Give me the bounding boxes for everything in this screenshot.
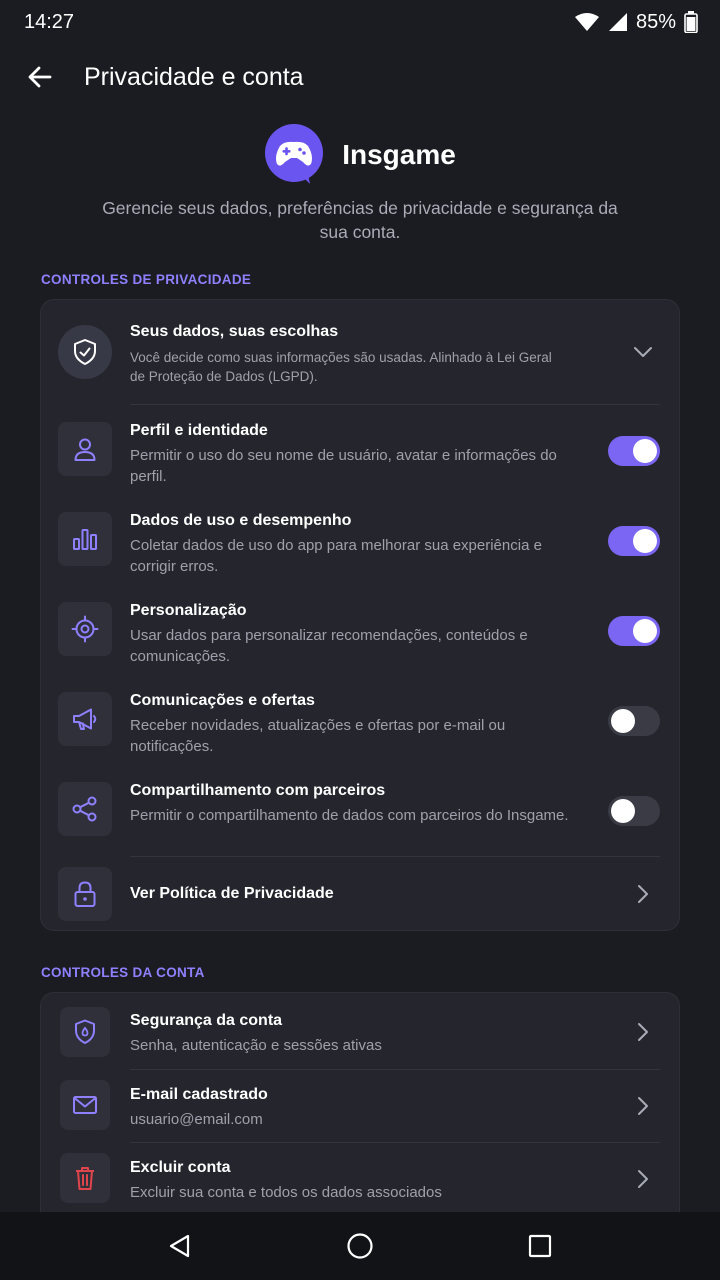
nav-home-button[interactable] xyxy=(330,1216,390,1276)
privacy-item-text: Comunicações e ofertas Receber novidades… xyxy=(130,691,569,757)
arrow-left-icon xyxy=(28,66,52,88)
privacy-item-desc: Permitir o compartilhamento de dados com… xyxy=(130,807,569,824)
toggle-partners[interactable] xyxy=(608,796,660,826)
privacy-item-title: Personalização xyxy=(130,602,247,619)
chevron-right-icon xyxy=(638,885,648,903)
toggle-profile[interactable] xyxy=(608,436,660,466)
triangle-back-icon xyxy=(169,1234,190,1258)
privacy-item-title: Perfil e identidade xyxy=(130,422,268,439)
account-item-title: Excluir conta xyxy=(130,1159,231,1176)
bar-chart-icon xyxy=(58,512,112,566)
section-label-privacy: CONTROLES DE PRIVACIDADE xyxy=(41,272,252,287)
back-button[interactable] xyxy=(0,44,80,110)
megaphone-icon xyxy=(58,692,112,746)
privacy-item-partners: Compartilhamento com parceiros Permitir … xyxy=(41,766,679,856)
page-title: Privacidade e conta xyxy=(84,62,304,91)
shield-check-icon xyxy=(58,325,112,379)
lock-icon xyxy=(58,867,112,921)
brand-name: Insgame xyxy=(342,139,456,170)
privacy-summary-row[interactable]: Seus dados, suas escolhas Você decide co… xyxy=(41,300,679,405)
status-icons: 85% xyxy=(574,11,698,34)
status-time: 14:27 xyxy=(24,10,75,33)
privacy-item-text: Dados de uso e desempenho Coletar dados … xyxy=(130,511,569,577)
account-item-desc: Excluir sua conta e todos os dados assoc… xyxy=(130,1184,442,1201)
account-item-desc: usuario@email.com xyxy=(130,1111,263,1128)
account-item-text: Excluir conta Excluir sua conta e todos … xyxy=(130,1158,589,1203)
share-icon xyxy=(58,782,112,836)
privacy-item-text: Compartilhamento com parceiros Permitir … xyxy=(130,781,569,826)
trash-icon xyxy=(60,1153,110,1203)
privacy-item-title: Dados de uso e desempenho xyxy=(130,512,352,529)
privacy-item-usage: Dados de uso e desempenho Coletar dados … xyxy=(41,496,679,586)
account-item-desc: Senha, autenticação e sessões ativas xyxy=(130,1037,382,1054)
privacy-policy-label: Ver Política de Privacidade xyxy=(130,885,334,902)
shield-lock-icon xyxy=(60,1007,110,1057)
signal-icon xyxy=(608,13,627,31)
section-label-account: CONTROLES DA CONTA xyxy=(41,965,205,980)
privacy-summary-text: Seus dados, suas escolhas Você decide co… xyxy=(130,322,569,386)
privacy-policy-link[interactable]: Ver Política de Privacidade xyxy=(41,857,679,931)
brand-header: Insgame xyxy=(0,124,720,186)
privacy-item-text: Perfil e identidade Permitir o uso do se… xyxy=(130,421,569,487)
intro-text: Gerencie seus dados, preferências de pri… xyxy=(102,198,618,242)
account-item-title: Segurança da conta xyxy=(130,1012,283,1029)
privacy-item-desc: Usar dados para personalizar recomendaçõ… xyxy=(130,627,528,665)
account-item-title: E-mail cadastrado xyxy=(130,1086,268,1103)
target-icon xyxy=(58,602,112,656)
privacy-item-profile: Perfil e identidade Permitir o uso do se… xyxy=(41,406,679,496)
privacy-item-text: Personalização Usar dados para personali… xyxy=(130,601,569,667)
circle-home-icon xyxy=(347,1233,373,1259)
privacy-policy-text: Ver Política de Privacidade xyxy=(130,884,569,904)
privacy-item-desc: Coletar dados de uso do app para melhora… xyxy=(130,537,542,575)
app-bar: Privacidade e conta xyxy=(0,44,720,110)
privacy-summary-title: Seus dados, suas escolhas xyxy=(130,323,339,340)
divider xyxy=(130,404,660,405)
privacy-card: Seus dados, suas escolhas Você decide co… xyxy=(40,299,680,931)
mail-icon xyxy=(60,1080,110,1130)
privacy-item-title: Compartilhamento com parceiros xyxy=(130,782,386,799)
user-icon xyxy=(58,422,112,476)
account-card: Segurança da conta Senha, autenticação e… xyxy=(40,992,680,1232)
account-item-security[interactable]: Segurança da conta Senha, autenticação e… xyxy=(41,993,679,1069)
privacy-item-desc: Permitir o uso do seu nome de usuário, a… xyxy=(130,447,557,485)
privacy-item-personalization: Personalização Usar dados para personali… xyxy=(41,586,679,676)
status-bar: 14:27 85% xyxy=(0,0,720,44)
battery-icon xyxy=(684,11,698,33)
square-recents-icon xyxy=(528,1234,552,1258)
privacy-item-desc: Receber novidades, atualizações e oferta… xyxy=(130,717,506,755)
wifi-icon xyxy=(574,13,599,31)
account-item-delete[interactable]: Excluir conta Excluir sua conta e todos … xyxy=(41,1143,679,1218)
toggle-personalization[interactable] xyxy=(608,616,660,646)
account-item-email[interactable]: E-mail cadastrado usuario@email.com xyxy=(41,1070,679,1143)
gamepad-logo-icon xyxy=(265,124,324,184)
chevron-right-icon xyxy=(638,1023,648,1041)
system-nav-bar xyxy=(0,1212,720,1280)
privacy-summary-desc: Você decide como suas informações são us… xyxy=(130,350,552,384)
account-item-text: E-mail cadastrado usuario@email.com xyxy=(130,1085,569,1130)
chevron-right-icon xyxy=(638,1097,648,1115)
chevron-down-icon[interactable] xyxy=(631,340,655,364)
privacy-item-title: Comunicações e ofertas xyxy=(130,692,315,709)
account-item-text: Segurança da conta Senha, autenticação e… xyxy=(130,1011,569,1056)
chevron-right-icon xyxy=(638,1170,648,1188)
nav-recents-button[interactable] xyxy=(510,1216,570,1276)
toggle-usage[interactable] xyxy=(608,526,660,556)
nav-back-button[interactable] xyxy=(150,1216,210,1276)
privacy-item-communications: Comunicações e ofertas Receber novidades… xyxy=(41,676,679,766)
toggle-communications[interactable] xyxy=(608,706,660,736)
battery-percent: 85% xyxy=(635,10,676,33)
